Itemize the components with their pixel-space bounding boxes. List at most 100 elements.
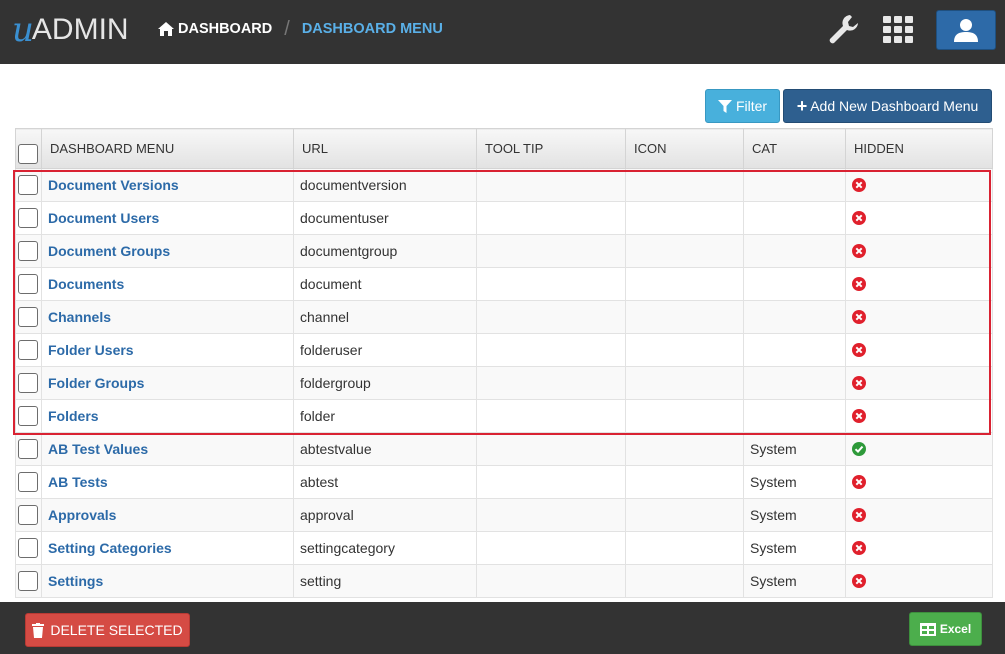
brand-name: ADMIN [31,13,129,46]
row-checkbox[interactable] [18,571,38,591]
excel-label: Excel [939,622,972,636]
delete-selected-button[interactable]: DELETE SELECTED [25,613,190,647]
cat-cell [743,300,846,334]
breadcrumb-dashboard-link[interactable]: DASHBOARD [158,21,272,37]
icon-cell [625,201,744,235]
menu-name-cell: Document Groups [41,234,294,268]
row-checkbox[interactable] [18,340,38,360]
menu-name-link[interactable]: Document Groups [48,243,170,259]
row-checkbox[interactable] [18,175,38,195]
column-header-cat[interactable]: CAT [743,128,846,169]
menu-name-link[interactable]: Setting Categories [48,540,172,556]
row-checkbox[interactable] [18,538,38,558]
hidden-status-cell [845,465,993,499]
brand-logo[interactable]: u ADMIN [12,12,129,48]
menu-name-link[interactable]: AB Test Values [48,441,148,457]
url-cell: document [293,267,477,301]
row-checkbox[interactable] [18,472,38,492]
row-select-cell [15,432,42,466]
table-header-row: DASHBOARD MENU URL TOOL TIP ICON CAT HID… [15,128,993,169]
column-header-url[interactable]: URL [293,128,477,169]
row-checkbox[interactable] [18,208,38,228]
row-select-cell [15,267,42,301]
table-row: Document Users documentuser [15,201,993,235]
x-circle-icon [852,508,866,522]
menu-name-cell: AB Test Values [41,432,294,466]
hidden-status-cell [845,333,993,367]
grid-icon[interactable] [882,14,914,46]
tooltip-cell [476,234,626,268]
top-navbar: u ADMIN DASHBOARD / DASHBOARD MENU [0,0,1005,64]
url-cell: documentgroup [293,234,477,268]
row-checkbox[interactable] [18,439,38,459]
tooltip-cell [476,531,626,565]
menu-name-cell: Folder Users [41,333,294,367]
table-row: Folder Groups foldergroup [15,366,993,400]
select-all-checkbox[interactable] [18,143,38,164]
table-row: Folders folder [15,399,993,433]
tooltip-cell [476,300,626,334]
cat-cell [743,399,846,433]
menu-name-link[interactable]: Channels [48,309,111,325]
row-select-cell [15,366,42,400]
url-cell: folder [293,399,477,433]
menu-name-link[interactable]: Document Users [48,210,159,226]
column-header-hidden[interactable]: HIDDEN [845,128,993,169]
brand-prefix: u [12,10,34,50]
menu-name-link[interactable]: Folder Groups [48,375,144,391]
tooltip-cell [476,564,626,598]
menu-name-link[interactable]: Settings [48,573,103,589]
icon-cell [625,366,744,400]
filter-button[interactable]: Filter [705,89,780,123]
x-circle-icon [852,211,866,225]
row-checkbox[interactable] [18,307,38,327]
menu-name-link[interactable]: Folders [48,408,99,424]
column-header-tooltip[interactable]: TOOL TIP [476,128,626,169]
icon-cell [625,300,744,334]
tooltip-cell [476,333,626,367]
column-header-dashboard-menu[interactable]: DASHBOARD MENU [41,128,294,169]
cat-cell: System [743,564,846,598]
menu-name-link[interactable]: Document Versions [48,177,179,193]
row-select-cell [15,498,42,532]
bottom-action-bar: DELETE SELECTED Excel [0,602,1005,654]
url-cell: documentuser [293,201,477,235]
table-row: Documents document [15,267,993,301]
table-icon [919,622,936,636]
column-header-icon[interactable]: ICON [625,128,744,169]
menu-name-link[interactable]: Documents [48,276,124,292]
trash-icon [32,622,45,638]
add-dashboard-menu-button[interactable]: + Add New Dashboard Menu [783,89,992,123]
url-cell: folderuser [293,333,477,367]
menu-name-link[interactable]: AB Tests [48,474,108,490]
hidden-status-cell [845,201,993,235]
wrench-icon[interactable] [826,12,860,46]
user-menu-button[interactable] [936,10,996,50]
row-select-cell [15,333,42,367]
menu-name-cell: Documents [41,267,294,301]
tooltip-cell [476,366,626,400]
cat-cell [743,333,846,367]
menu-name-link[interactable]: Folder Users [48,342,134,358]
table-row: Settings setting System [15,564,993,598]
cat-cell [743,267,846,301]
menu-name-cell: Document Users [41,201,294,235]
url-cell: documentversion [293,168,477,202]
row-checkbox[interactable] [18,505,38,525]
x-circle-icon [852,475,866,489]
cat-cell: System [743,432,846,466]
url-cell: abtestvalue [293,432,477,466]
x-circle-icon [852,277,866,291]
hidden-status-cell [845,531,993,565]
excel-export-button[interactable]: Excel [909,612,982,646]
menu-name-link[interactable]: Approvals [48,507,116,523]
row-checkbox[interactable] [18,406,38,426]
table-row: AB Tests abtest System [15,465,993,499]
cat-cell [743,201,846,235]
x-circle-icon [852,541,866,555]
row-checkbox[interactable] [18,241,38,261]
row-checkbox[interactable] [18,373,38,393]
row-checkbox[interactable] [18,274,38,294]
menu-name-cell: Settings [41,564,294,598]
url-cell: foldergroup [293,366,477,400]
